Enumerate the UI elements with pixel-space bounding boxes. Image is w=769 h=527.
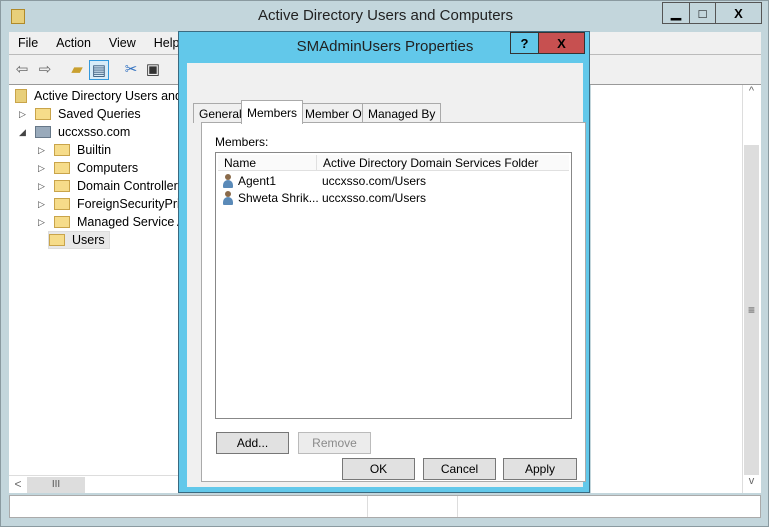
column-name[interactable]: Name [218,155,317,171]
properties-dialog: SMAdminUsers Properties ? X General Memb… [178,31,590,493]
tab-managed-by[interactable]: Managed By [362,103,442,123]
user-icon [222,173,234,188]
folder-icon [54,198,70,210]
status-divider [457,496,458,517]
clipboard-icon[interactable]: ▣ [143,60,163,80]
add-button[interactable]: Add... [216,432,289,454]
menu-view[interactable]: View [100,36,145,50]
tree-item-domain-controllers[interactable]: ▷ Domain Controllers [38,177,184,195]
folder-icon [54,216,70,228]
folder-icon [49,234,65,246]
expand-icon[interactable]: ▷ [38,217,48,228]
menu-action[interactable]: Action [47,36,100,50]
expand-icon[interactable]: ▷ [38,181,48,192]
remove-button[interactable]: Remove [298,432,371,454]
details-pane [591,85,761,493]
tree-item-users[interactable]: Users [48,231,110,249]
tree-item-domain[interactable]: ◢ uccxsso.com [19,123,130,141]
scroll-up-icon[interactable]: ^ [743,85,760,103]
tab-general[interactable]: General [193,103,248,123]
expand-icon[interactable]: ▷ [38,163,48,174]
folder-icon [54,180,70,192]
cancel-button[interactable]: Cancel [423,458,496,480]
list-row[interactable]: Shweta Shrik... uccxsso.com/Users [222,189,426,206]
window-title: Active Directory Users and Computers [257,7,514,24]
status-bar [9,495,761,518]
collapse-icon[interactable]: ◢ [19,127,29,138]
tree-item-saved-queries[interactable]: ▷ Saved Queries [19,105,141,123]
aduc-icon [15,89,27,103]
console-tree: Active Directory Users and Computers ▷ Sa… [9,85,247,493]
cut-icon[interactable]: ✂ [121,60,141,80]
maximize-button[interactable]: □ [689,2,716,24]
status-divider [367,496,368,517]
apply-button[interactable]: Apply [503,458,577,480]
expand-icon[interactable]: ▷ [38,145,48,156]
folder-icon [54,162,70,174]
expand-icon[interactable]: ▷ [38,199,48,210]
back-icon[interactable]: ⇦ [12,60,32,80]
dialog-close-button[interactable]: X [538,32,585,54]
tab-members[interactable]: Members [241,100,304,124]
hscroll-thumb[interactable]: III [27,477,85,493]
user-icon [222,190,234,205]
members-list[interactable]: Name Active Directory Domain Services Fo… [215,152,572,419]
list-row[interactable]: Agent1 uccxsso.com/Users [222,172,426,189]
help-button[interactable]: ? [510,32,539,54]
column-folder[interactable]: Active Directory Domain Services Folder [317,155,569,171]
ok-button[interactable]: OK [342,458,415,480]
scroll-thumb[interactable]: ≡ [744,145,759,475]
folder-icon [54,144,70,156]
tree-item-computers[interactable]: ▷ Computers [38,159,138,177]
menu-file[interactable]: File [9,36,47,50]
scroll-down-icon[interactable]: v [743,475,760,493]
expand-icon[interactable]: ▷ [19,109,29,120]
show-console-tree-icon[interactable]: ▤ [89,60,109,80]
dialog-body: General Members Member Of Managed By Mem… [187,63,586,487]
up-folder-icon[interactable]: ▰ [67,60,87,80]
close-button[interactable]: X [715,2,762,24]
tab-member-of[interactable]: Member Of [299,103,372,123]
domain-icon [35,126,51,138]
minimize-button[interactable]: ▁ [662,2,690,24]
scroll-left-icon[interactable]: < [11,477,25,493]
members-label: Members: [215,135,269,149]
folder-icon [35,108,51,120]
vertical-scrollbar[interactable]: ^ ≡ v [742,85,760,493]
horizontal-scrollbar[interactable]: < III [9,475,179,493]
tree-item-builtin[interactable]: ▷ Builtin [38,141,111,159]
forward-icon[interactable]: ⇨ [35,60,55,80]
members-panel: Members: Name Active Directory Domain Se… [201,122,586,482]
